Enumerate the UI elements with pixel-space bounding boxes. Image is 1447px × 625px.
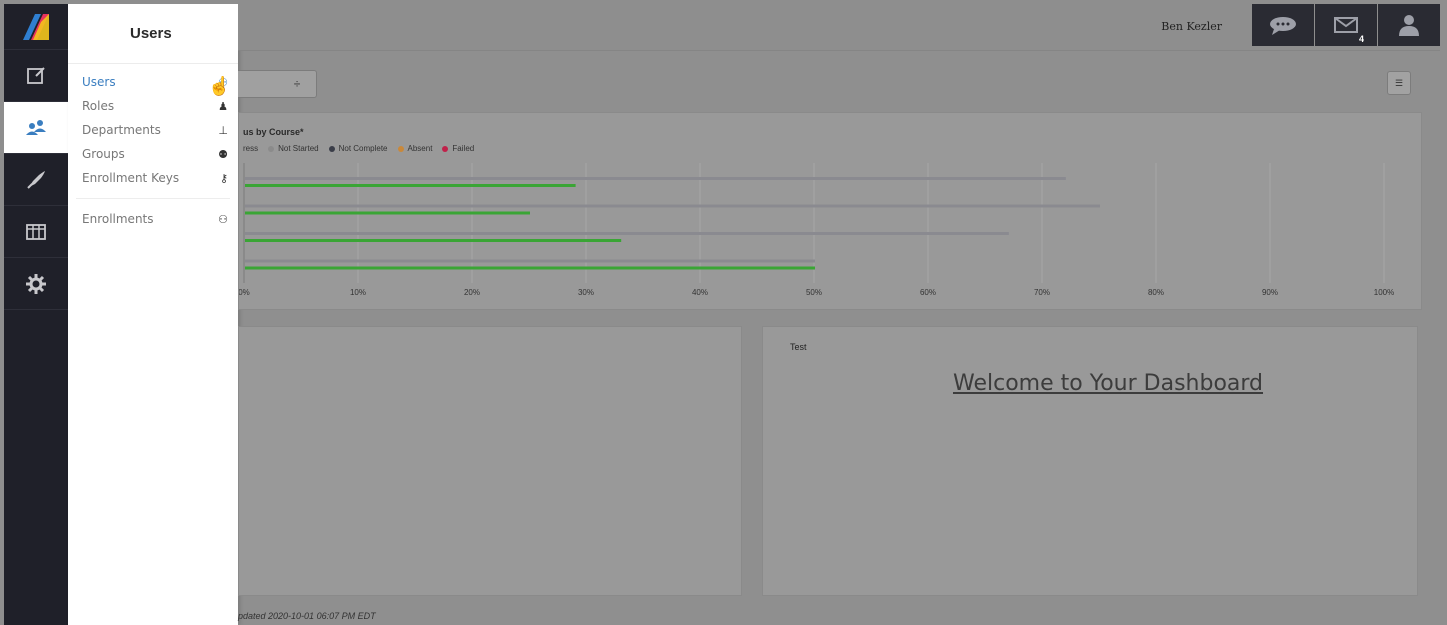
- last-updated-text: pdated 2020-10-01 06:07 PM EDT: [238, 611, 376, 621]
- menu-item-label: Roles: [82, 99, 115, 113]
- list-icon: ☰: [1394, 77, 1404, 88]
- chat-button[interactable]: [1252, 4, 1314, 46]
- x-tick-label: 90%: [1262, 288, 1278, 297]
- bar-progress[interactable]: [245, 239, 622, 242]
- top-header: Ben Kezler 4: [238, 4, 1440, 51]
- menu-divider: [76, 190, 230, 199]
- menu-item-departments[interactable]: Departments ⊥: [68, 118, 238, 142]
- courses-icon[interactable]: [4, 50, 68, 102]
- x-tick-label: 50%: [806, 288, 822, 297]
- bar-total[interactable]: [245, 204, 1100, 208]
- list-view-button[interactable]: ☰: [1387, 71, 1411, 95]
- select-value: ÷: [293, 77, 301, 91]
- menu-item-enrollment-keys[interactable]: Enrollment Keys ⚷: [68, 166, 238, 190]
- flyout-title: Users: [68, 4, 238, 64]
- messages-badge: 4: [1358, 34, 1364, 44]
- bar-total[interactable]: [245, 232, 1009, 235]
- logo-icon[interactable]: [4, 4, 68, 50]
- menu-item-label: Enrollments: [82, 212, 154, 226]
- dashboard-panel-left: [238, 326, 742, 596]
- status-chart-card: us by Course* ress Not Started Not Compl…: [238, 112, 1422, 310]
- profile-button[interactable]: [1378, 4, 1440, 46]
- menu-item-groups[interactable]: Groups ⚉: [68, 142, 238, 166]
- bar-total[interactable]: [245, 177, 1066, 180]
- menu-item-roles[interactable]: Roles ♟: [68, 94, 238, 118]
- menu-item-enrollments[interactable]: Enrollments ⚇: [68, 207, 238, 231]
- group-icon: ⚉: [218, 147, 228, 161]
- menu-item-label: Enrollment Keys: [82, 171, 180, 185]
- role-icon: ♟: [218, 99, 228, 113]
- panel-label: Test: [790, 342, 807, 352]
- hand-cursor-icon: ☝: [208, 76, 231, 96]
- x-tick-label: 10%: [350, 288, 366, 297]
- launch-icon[interactable]: [4, 154, 68, 206]
- menu-item-label: Departments: [82, 123, 161, 137]
- x-tick-label: 60%: [920, 288, 936, 297]
- settings-icon[interactable]: [4, 258, 68, 310]
- bar-chart: 0% 10% 20% 30% 40% 50% 60% 70% 80% 90% 100%: [239, 163, 1394, 297]
- table-icon[interactable]: [4, 206, 68, 258]
- mail-icon: [1334, 17, 1358, 33]
- user-name[interactable]: Ben Kezler: [1161, 20, 1222, 33]
- users-flyout-menu: Users Users ⚇ Roles ♟ Departments ⊥ Grou…: [68, 4, 238, 625]
- menu-item-label: Groups: [82, 147, 125, 161]
- users-icon[interactable]: [4, 102, 68, 154]
- messages-button[interactable]: 4: [1315, 4, 1377, 46]
- key-icon: ⚷: [219, 171, 228, 185]
- x-tick-label: 20%: [464, 288, 480, 297]
- welcome-heading[interactable]: Welcome to Your Dashboard: [763, 371, 1417, 396]
- org-chart-icon: ⊥: [218, 123, 228, 137]
- icon-rail: [4, 4, 68, 625]
- x-tick-label: 0%: [239, 288, 250, 297]
- course-select[interactable]: ÷: [238, 70, 317, 98]
- bar-progress[interactable]: [245, 266, 815, 270]
- bar-progress[interactable]: [245, 184, 576, 187]
- app-frame: Users Users ⚇ Roles ♟ Departments ⊥ Grou…: [4, 4, 1440, 625]
- dashboard-panel-test: Test Welcome to Your Dashboard: [762, 326, 1418, 596]
- x-tick-label: 80%: [1148, 288, 1164, 297]
- x-tick-label: 30%: [578, 288, 594, 297]
- x-tick-label: 100%: [1374, 288, 1394, 297]
- x-tick-label: 70%: [1034, 288, 1050, 297]
- bar-progress[interactable]: [245, 211, 530, 215]
- user-icon: [1399, 15, 1419, 36]
- bar-total[interactable]: [245, 259, 815, 263]
- chat-icon: [1270, 17, 1296, 35]
- enrollments-icon: ⚇: [218, 212, 228, 226]
- menu-item-label: Users: [82, 75, 116, 89]
- x-tick-label: 40%: [692, 288, 708, 297]
